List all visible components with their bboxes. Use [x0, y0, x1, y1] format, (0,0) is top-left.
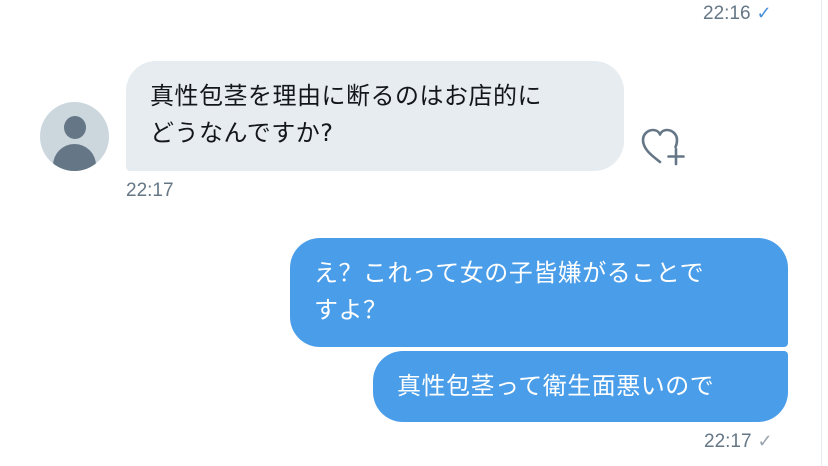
- outgoing-message-timestamp: 22:17 ✓: [704, 431, 773, 453]
- timestamp-text: 22:17: [704, 431, 752, 452]
- timestamp-text: 22:17: [126, 180, 174, 201]
- incoming-message-bubble[interactable]: 真性包茎を理由に断るのはお店的に どうなんですか?: [126, 61, 624, 171]
- conversation-pane-border: [821, 0, 822, 466]
- message-line: どうなんですか?: [150, 119, 334, 147]
- outgoing-message-bubble[interactable]: 真性包茎って衛生面悪いので: [373, 351, 788, 422]
- default-user-avatar-icon: [64, 116, 86, 139]
- check-icon: ✓: [757, 431, 773, 451]
- heart-plus-icon[interactable]: [640, 126, 686, 168]
- check-icon: ✓: [756, 3, 772, 23]
- message-line: 真性包茎って衛生面悪いので: [397, 372, 715, 400]
- sender-avatar[interactable]: [40, 102, 109, 171]
- message-line: すよ？: [314, 296, 388, 324]
- message-line: え？これって女の子皆嫌がることで: [314, 259, 705, 287]
- incoming-message-timestamp: 22:17: [126, 180, 174, 202]
- message-line: 真性包茎を理由に断るのはお店的に: [150, 82, 542, 110]
- outgoing-message-bubble[interactable]: え？これって女の子皆嫌がることで すよ？: [290, 238, 788, 347]
- timestamp-text: 22:16: [703, 3, 751, 24]
- top-message-timestamp: 22:16 ✓: [703, 3, 772, 25]
